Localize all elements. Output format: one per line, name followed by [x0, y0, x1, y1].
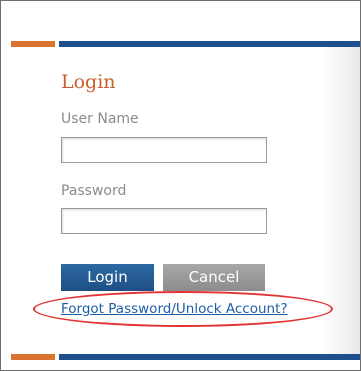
password-label: Password	[61, 183, 127, 199]
bottom-accent-blue	[59, 354, 360, 360]
forgot-password-link[interactable]: Forgot Password/Unlock Account?	[61, 301, 288, 317]
login-panel: Login User Name Password Login Cancel Fo…	[0, 0, 361, 371]
password-field[interactable]	[61, 208, 267, 234]
login-title: Login	[61, 71, 116, 93]
top-accent-blue	[59, 41, 360, 47]
cancel-button[interactable]: Cancel	[163, 264, 265, 291]
username-label: User Name	[61, 111, 139, 127]
username-field[interactable]	[61, 137, 267, 163]
login-button[interactable]: Login	[61, 264, 154, 291]
bottom-accent-bar	[1, 354, 360, 360]
panel-shadow	[320, 47, 360, 354]
top-accent-bar	[1, 41, 360, 47]
bottom-accent-orange	[11, 354, 55, 360]
top-accent-orange	[11, 41, 55, 47]
